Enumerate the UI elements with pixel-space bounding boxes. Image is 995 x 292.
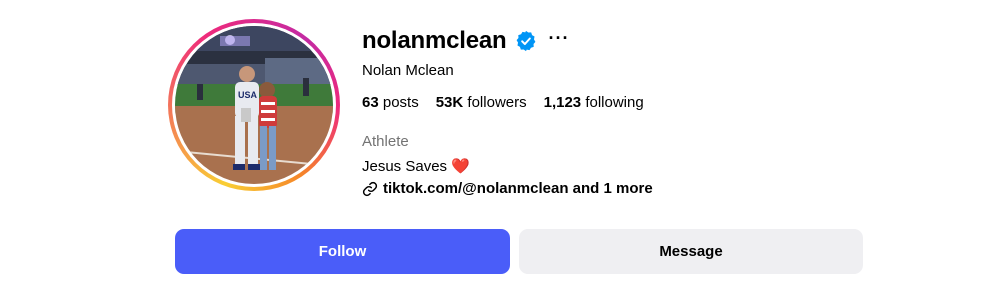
full-name: Nolan Mclean: [362, 62, 454, 79]
followers-count: 53K: [435, 94, 464, 111]
profile-header: USA nolanmclean ··· Nolan Mclean 63 post…: [0, 0, 995, 292]
posts-count: 63: [362, 94, 379, 111]
username: nolanmclean: [362, 27, 507, 54]
following-count: 1,123: [543, 94, 582, 111]
profile-bio: Jesus Saves ❤️: [362, 157, 470, 175]
link-icon: [362, 181, 378, 197]
posts-stat: 63 posts: [362, 94, 419, 111]
profile-category: Athlete: [362, 133, 409, 150]
profile-stats: 63 posts 53K followers 1,123 following: [362, 94, 661, 111]
followers-stat[interactable]: 53K followers: [436, 94, 527, 111]
link-text: tiktok.com/@nolanmclean and 1 more: [383, 180, 653, 197]
following-stat[interactable]: 1,123 following: [544, 94, 644, 111]
follow-button[interactable]: Follow: [175, 229, 510, 274]
avatar-photo: USA: [175, 26, 333, 184]
message-button-label: Message: [659, 243, 723, 260]
avatar[interactable]: USA: [175, 26, 333, 184]
following-label: following: [585, 94, 644, 111]
posts-label: posts: [382, 94, 419, 111]
verified-badge-icon: [515, 30, 537, 52]
profile-link[interactable]: tiktok.com/@nolanmclean and 1 more: [362, 180, 653, 197]
followers-label: followers: [467, 94, 527, 111]
heart-emoji-icon: ❤️: [451, 158, 470, 175]
avatar-story-ring[interactable]: USA: [168, 19, 340, 191]
username-row: nolanmclean ···: [362, 24, 572, 58]
svg-text:USA: USA: [238, 90, 258, 100]
bio-text: Jesus Saves: [362, 158, 448, 175]
message-button[interactable]: Message: [519, 229, 863, 274]
follow-button-label: Follow: [318, 243, 367, 260]
more-options-icon[interactable]: ···: [547, 29, 572, 53]
